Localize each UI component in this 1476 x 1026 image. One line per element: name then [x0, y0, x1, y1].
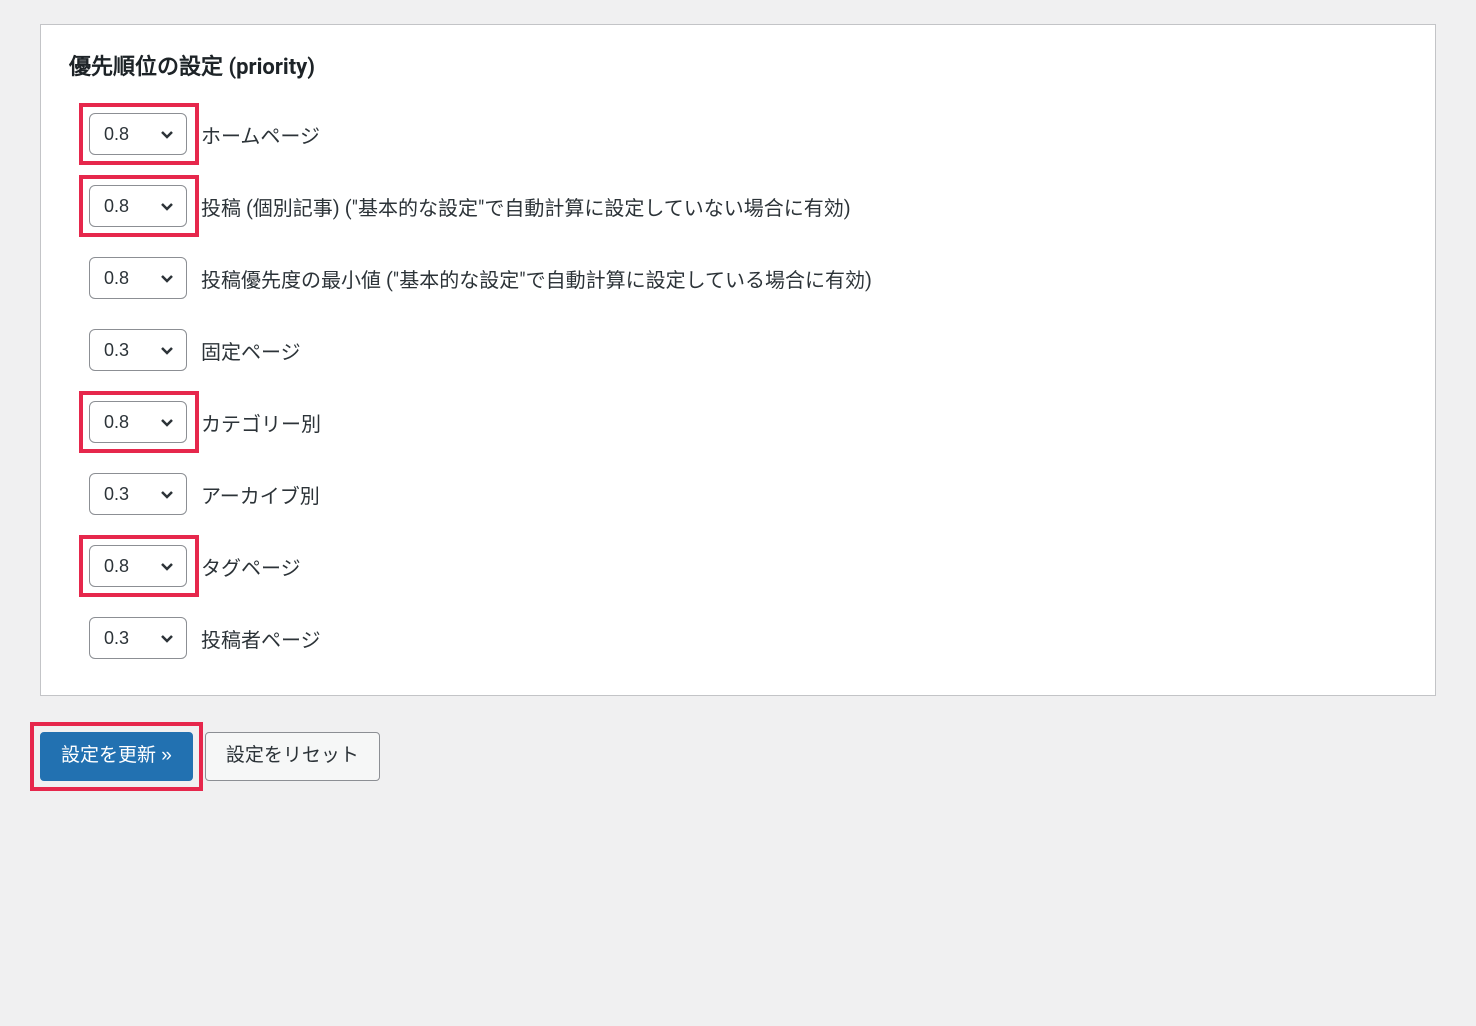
priority-label-pages: 固定ページ — [201, 336, 301, 365]
buttons-row: 設定を更新 » 設定をリセット — [40, 732, 1436, 781]
select-wrapper: 0.8 — [89, 113, 187, 155]
priority-label-categories: カテゴリー別 — [201, 408, 321, 437]
select-wrapper: 0.8 — [89, 545, 187, 587]
priority-select-categories[interactable]: 0.8 — [89, 401, 187, 443]
priority-select-pages[interactable]: 0.3 — [89, 329, 187, 371]
select-wrapper: 0.3 — [89, 329, 187, 371]
update-button-wrapper: 設定を更新 » — [40, 732, 193, 781]
select-wrapper: 0.3 — [89, 617, 187, 659]
panel-title: 優先順位の設定 (priority) — [69, 49, 1407, 81]
priority-row-author: 0.3 投稿者ページ — [89, 617, 1407, 659]
priority-select-posts[interactable]: 0.8 — [89, 185, 187, 227]
select-wrapper: 0.3 — [89, 473, 187, 515]
priority-settings-panel: 優先順位の設定 (priority) 0.8 ホームページ 0.8 — [40, 24, 1436, 696]
priority-select-author[interactable]: 0.3 — [89, 617, 187, 659]
priority-row-pages: 0.3 固定ページ — [89, 329, 1407, 371]
select-wrapper: 0.8 — [89, 185, 187, 227]
priority-row-homepage: 0.8 ホームページ — [89, 113, 1407, 155]
priority-row-tags: 0.8 タグページ — [89, 545, 1407, 587]
priority-select-post-min[interactable]: 0.8 — [89, 257, 187, 299]
reset-settings-button[interactable]: 設定をリセット — [205, 732, 380, 781]
priority-row-categories: 0.8 カテゴリー別 — [89, 401, 1407, 443]
priority-label-archives: アーカイブ別 — [201, 480, 320, 509]
priority-select-tags[interactable]: 0.8 — [89, 545, 187, 587]
priority-label-homepage: ホームページ — [201, 120, 320, 149]
priority-label-tags: タグページ — [201, 552, 301, 581]
priority-label-author: 投稿者ページ — [201, 624, 321, 653]
priority-select-homepage[interactable]: 0.8 — [89, 113, 187, 155]
update-settings-button[interactable]: 設定を更新 » — [40, 732, 193, 781]
priority-select-archives[interactable]: 0.3 — [89, 473, 187, 515]
select-wrapper: 0.8 — [89, 257, 187, 299]
priority-settings-list: 0.8 ホームページ 0.8 投稿 (個別記事) ("基本的な設定"で自動計算に… — [69, 113, 1407, 659]
priority-row-archives: 0.3 アーカイブ別 — [89, 473, 1407, 515]
priority-label-posts: 投稿 (個別記事) ("基本的な設定"で自動計算に設定していない場合に有効) — [201, 192, 851, 221]
priority-row-post-min: 0.8 投稿優先度の最小値 ("基本的な設定"で自動計算に設定している場合に有効… — [89, 257, 1407, 299]
select-wrapper: 0.8 — [89, 401, 187, 443]
priority-row-posts: 0.8 投稿 (個別記事) ("基本的な設定"で自動計算に設定していない場合に有… — [89, 185, 1407, 227]
priority-label-post-min: 投稿優先度の最小値 ("基本的な設定"で自動計算に設定している場合に有効) — [201, 264, 872, 293]
settings-wrap: 優先順位の設定 (priority) 0.8 ホームページ 0.8 — [0, 24, 1476, 805]
